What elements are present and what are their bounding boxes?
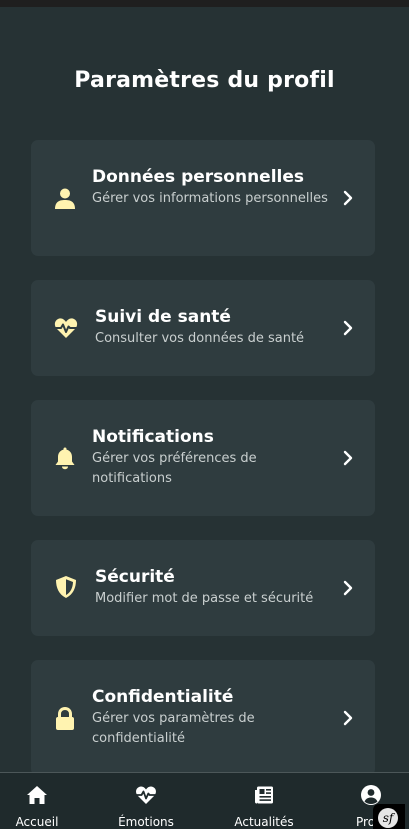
nav-item-news[interactable]: Actualités (219, 773, 309, 829)
user-circle-icon (361, 785, 381, 805)
home-icon (27, 786, 47, 804)
chevron-right-icon (343, 580, 353, 596)
settings-item-title: Confidentialité (92, 687, 234, 707)
nav-item-label: Émotions (118, 815, 174, 829)
nav-item-home[interactable]: Accueil (0, 773, 82, 829)
nav-item-label: Accueil (15, 815, 59, 829)
settings-item-security[interactable]: Sécurité Modifier mot de passe et sécuri… (31, 540, 375, 636)
page-title: Paramètres du profil (74, 68, 335, 93)
settings-item-notifications[interactable]: Notifications Gérer vos préférences de n… (31, 400, 375, 516)
chevron-right-icon (343, 320, 353, 336)
settings-item-privacy[interactable]: Confidentialité Gérer vos paramètres de … (31, 660, 375, 776)
settings-item-health[interactable]: Suivi de santé Consulter vos données de … (31, 280, 375, 376)
nav-item-label: Actualités (234, 815, 294, 829)
symfony-logo-icon: sf (378, 808, 398, 828)
settings-item-title: Données personnelles (92, 167, 305, 187)
settings-item-personal-data[interactable]: Données personnelles Gérer vos informati… (31, 140, 375, 256)
newspaper-icon (255, 786, 273, 804)
settings-item-description: Modifier mot de passe et sécurité (95, 591, 314, 606)
shield-icon (56, 576, 76, 598)
settings-item-title: Sécurité (95, 567, 175, 587)
settings-item-description: Consulter vos données de santé (95, 331, 305, 346)
heartbeat-icon (136, 786, 156, 804)
settings-item-description: Gérer vos informations personnelles (92, 191, 328, 206)
settings-item-title: Suivi de santé (95, 307, 231, 327)
chevron-right-icon (343, 710, 353, 726)
status-strip (0, 0, 409, 7)
heartbeat-icon (54, 318, 78, 338)
chevron-right-icon (343, 450, 353, 466)
debug-toolbar-badge[interactable]: sf (373, 804, 405, 829)
settings-item-description: Gérer vos préférences de notifications (92, 451, 257, 486)
lock-icon (56, 707, 74, 730)
nav-item-emotions[interactable]: Émotions (101, 773, 191, 829)
user-icon (55, 188, 75, 209)
chevron-right-icon (343, 190, 353, 206)
settings-item-description: Gérer vos paramètres de confidentialité (92, 711, 255, 746)
settings-item-title: Notifications (92, 427, 214, 447)
bottom-nav: Accueil Émotions Actualités Profil (0, 772, 409, 829)
bell-icon (55, 447, 75, 470)
